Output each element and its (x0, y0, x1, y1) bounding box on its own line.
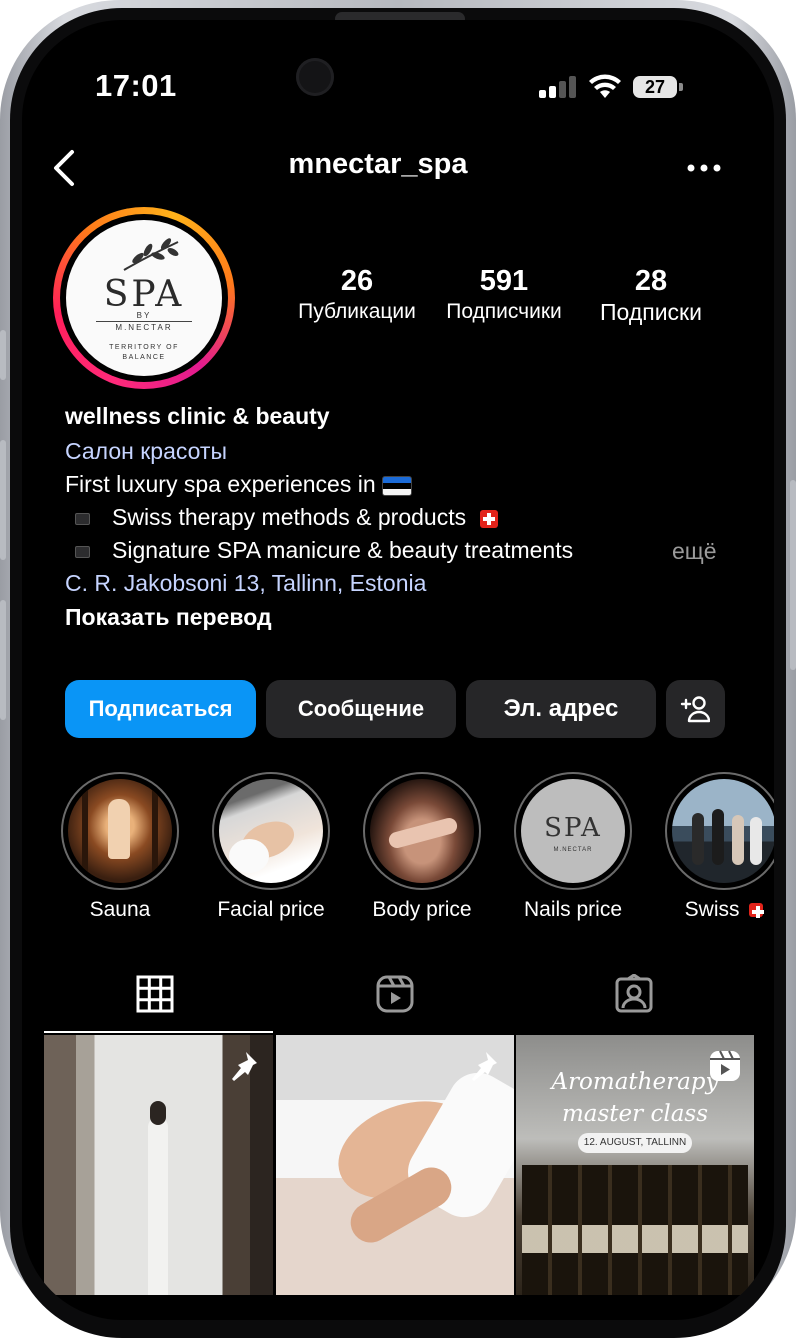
stat-followers[interactable]: 591 Подписчики (429, 265, 579, 327)
logo-text: SPA (544, 813, 602, 843)
stat-value: 26 (340, 265, 374, 297)
highlight-label: Body price (372, 898, 472, 921)
side-button-left (0, 440, 6, 560)
highlight-ring (665, 772, 774, 890)
highlight-ring (61, 772, 179, 890)
highlight-label: Swiss (659, 898, 774, 922)
battery-tip (679, 83, 683, 91)
post-tile[interactable]: Aromatherapy master class 12. AUGUST, TA… (516, 1035, 754, 1295)
post-title: master class (561, 1101, 709, 1127)
estonia-flag-icon (381, 475, 412, 496)
highlight-ring (212, 772, 330, 890)
stat-following[interactable]: 28 Подписки (576, 265, 726, 327)
logo-brand: M.NECTAR (553, 847, 593, 853)
highlight-thumbnail (68, 779, 172, 883)
bio-line: Swiss therapy methods & products (65, 502, 499, 532)
highlight-sauna[interactable]: Sauna (55, 772, 185, 922)
highlight-swiss[interactable]: Swiss (659, 772, 774, 922)
bio-line: Signature SPA manicure & beauty treatmen… (65, 535, 573, 565)
logo-by: BY (136, 311, 152, 320)
signal-icon (539, 76, 579, 98)
screen: 17:01 27 mnectar_spa SPA BY M.NECTAR TER… (22, 20, 774, 1320)
bio-name: wellness clinic & beauty (65, 403, 330, 429)
show-translation-link[interactable]: Показать перевод (65, 602, 272, 632)
swiss-flag-icon (749, 903, 765, 919)
logo-brand: M.NECTAR (115, 323, 173, 332)
highlight-thumbnail: SPA M.NECTAR (521, 779, 625, 883)
bio-line: First luxury spa experiences in (65, 469, 412, 499)
battery-indicator: 27 (633, 76, 677, 98)
bullet-icon (75, 545, 90, 558)
bio-more-link[interactable]: ещё (672, 538, 717, 565)
highlight-label: Facial price (217, 898, 325, 921)
add-user-button[interactable] (666, 680, 725, 738)
status-time: 17:01 (95, 68, 177, 103)
highlight-label-text: Swiss (684, 898, 740, 921)
reels-icon[interactable] (375, 974, 415, 1014)
stat-posts[interactable]: 26 Публикации (282, 265, 432, 327)
highlight-facial-price[interactable]: Facial price (206, 772, 336, 922)
message-button[interactable]: Сообщение (266, 680, 456, 738)
story-ring[interactable]: SPA BY M.NECTAR TERRITORY OF BALANCE (53, 207, 235, 389)
swiss-flag-icon (480, 509, 499, 528)
grid-icon[interactable] (135, 974, 175, 1014)
add-user-icon (680, 696, 710, 723)
tagged-icon[interactable] (614, 974, 654, 1014)
bio-text: Signature SPA manicure & beauty treatmen… (112, 537, 574, 563)
follow-button[interactable]: Подписаться (65, 680, 256, 738)
avatar-gap: SPA BY M.NECTAR TERRITORY OF BALANCE (60, 214, 228, 382)
bio-text: Swiss therapy methods & products (112, 504, 467, 530)
post-date-badge: 12. AUGUST, TALLINN (578, 1133, 692, 1153)
bio-text: First luxury spa experiences in (65, 471, 376, 497)
side-button-left (0, 600, 6, 720)
olive-branch-icon (123, 238, 179, 271)
side-button-right (790, 480, 796, 670)
highlight-label: Sauna (89, 898, 151, 921)
highlight-ring: SPA M.NECTAR (514, 772, 632, 890)
logo-divider (96, 321, 192, 322)
stat-label: Подписки (600, 299, 702, 325)
camera-icon (296, 58, 334, 96)
highlight-thumbnail (672, 779, 774, 883)
post-tile[interactable] (44, 1035, 273, 1295)
side-button-left (0, 330, 6, 380)
highlight-thumbnail (219, 779, 323, 883)
pin-icon (232, 1052, 257, 1081)
highlight-nails-price[interactable]: SPA M.NECTAR Nails price (508, 772, 638, 922)
more-horizontal-icon[interactable] (686, 158, 722, 178)
highlight-thumbnail (370, 779, 474, 883)
logo-text: SPA (103, 274, 185, 315)
avatar: SPA BY M.NECTAR TERRITORY OF BALANCE (66, 220, 222, 376)
profile-username: mnectar_spa (288, 148, 468, 180)
active-tab-indicator (44, 1031, 273, 1033)
stat-label: Подписчики (446, 300, 562, 323)
stat-value: 28 (634, 265, 668, 297)
logo-subtitle: TERRITORY OF BALANCE (109, 344, 179, 361)
post-tile[interactable] (276, 1035, 514, 1295)
stat-value: 591 (479, 265, 529, 297)
pin-icon (472, 1052, 497, 1081)
highlight-label: Nails price (523, 898, 623, 921)
highlight-body-price[interactable]: Body price (357, 772, 487, 922)
bullet-icon (75, 512, 90, 525)
reels-icon (710, 1050, 740, 1081)
stat-label: Публикации (298, 300, 416, 323)
email-button[interactable]: Эл. адрес (466, 680, 656, 738)
chevron-left-icon[interactable] (50, 148, 80, 188)
highlight-ring (363, 772, 481, 890)
bio-category[interactable]: Салон красоты (65, 436, 227, 466)
wifi-icon (589, 74, 621, 98)
bio-address[interactable]: C. R. Jakobsoni 13, Tallinn, Estonia (65, 568, 426, 598)
